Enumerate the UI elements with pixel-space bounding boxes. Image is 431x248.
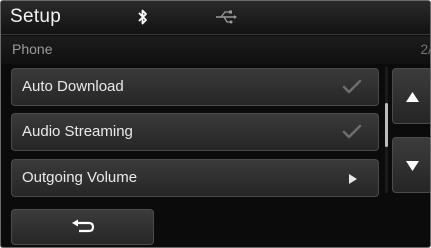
- list-item-audio-streaming[interactable]: Audio Streaming: [11, 113, 379, 151]
- setup-screen: Setup Phone 2/ Auto Download Audio Strea…: [0, 0, 431, 248]
- triangle-up-icon: [406, 92, 419, 102]
- scroll-up-button[interactable]: [392, 68, 430, 124]
- checkmark-icon[interactable]: [342, 79, 362, 95]
- list-item-label: Outgoing Volume: [22, 169, 138, 186]
- list-item-label: Auto Download: [22, 78, 124, 95]
- list-item-outgoing-volume[interactable]: Outgoing Volume: [11, 159, 379, 197]
- list-item-label: Audio Streaming: [22, 123, 133, 140]
- section-header: Phone 2/: [1, 36, 430, 64]
- page-indicator: 2/: [420, 41, 431, 57]
- section-title: Phone: [12, 41, 53, 57]
- screen-title: Setup: [10, 6, 62, 27]
- status-bar: Setup: [1, 1, 430, 35]
- back-arrow-icon: [72, 219, 95, 233]
- bluetooth-icon: [138, 9, 147, 25]
- list-item-auto-download[interactable]: Auto Download: [11, 68, 379, 106]
- triangle-down-icon: [406, 161, 419, 171]
- back-button[interactable]: [11, 209, 154, 245]
- scroll-down-button[interactable]: [392, 137, 430, 193]
- checkmark-icon[interactable]: [342, 124, 362, 140]
- usb-icon: [216, 10, 237, 24]
- play-arrow-icon: [349, 174, 357, 184]
- scrollbar-thumb[interactable]: [385, 103, 388, 147]
